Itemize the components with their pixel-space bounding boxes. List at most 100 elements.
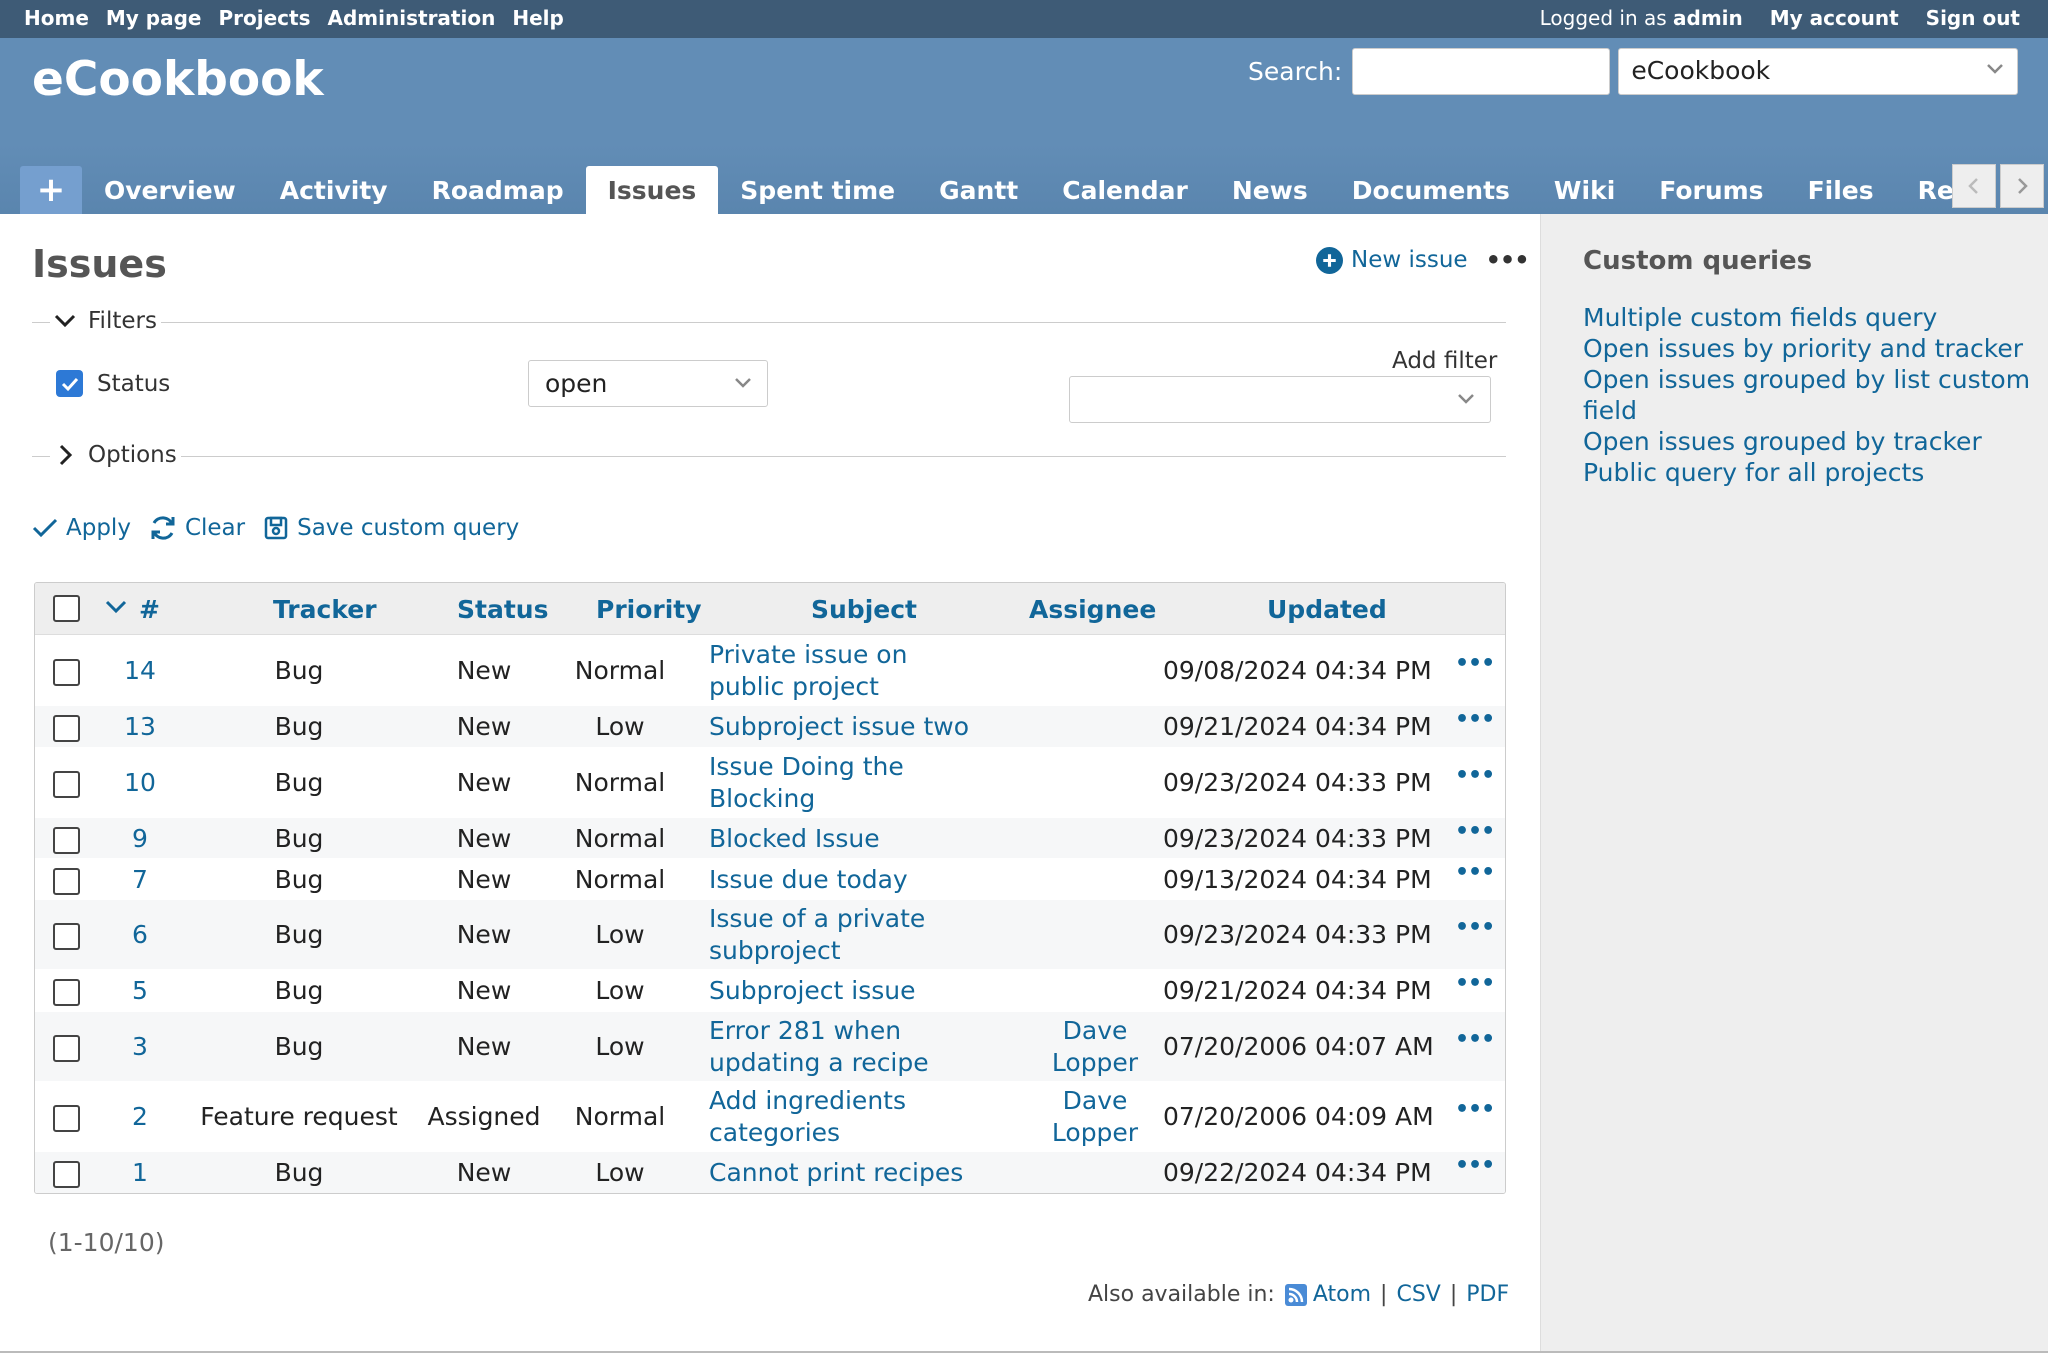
top-menu-home-link[interactable]: Home [24,6,89,30]
issue-subject-link[interactable]: categories [709,1117,840,1148]
tab-overview[interactable]: Overview [82,166,258,214]
issue-subject-link[interactable]: Cannot print recipes [709,1157,963,1188]
tab-calendar[interactable]: Calendar [1040,166,1210,214]
issue-assignee-link[interactable]: Lopper [1015,1117,1175,1148]
table-row[interactable]: 6 Bug New Low Issue of a private subproject 09… [35,899,1505,969]
tab-roadmap[interactable]: Roadmap [410,166,586,214]
issue-assignee-link[interactable]: Dave [1015,1015,1175,1046]
menu-scroll-right-button[interactable] [2000,164,2044,208]
top-menu-administration-link[interactable]: Administration [328,6,496,30]
row-actions-button[interactable]: ••• [1455,1153,1495,1178]
column-header-assignee[interactable]: Assignee [1029,595,1156,624]
column-header-status[interactable]: Status [457,595,548,624]
issue-priority: Normal [574,1102,666,1131]
top-menu-my-page-link[interactable]: My page [106,6,202,30]
table-row[interactable]: 14 Bug New Normal Private issue on public pro… [35,635,1505,705]
table-row[interactable]: 1 Bug New Low Cannot print recipes 09/22/2024… [35,1151,1505,1193]
row-actions-button[interactable]: ••• [1455,915,1495,940]
more-actions-button[interactable]: ••• [1486,246,1530,274]
tab-wiki[interactable]: Wiki [1532,166,1637,214]
row-actions-button[interactable]: ••• [1455,1027,1495,1052]
row-actions-button[interactable]: ••• [1455,819,1495,844]
search-input[interactable] [1352,48,1611,95]
issue-subject-link[interactable]: Blocked Issue [709,823,880,854]
csv-link[interactable]: CSV [1396,1282,1440,1307]
issue-subject-link[interactable]: public project [709,671,879,702]
apply-button[interactable]: Apply [32,515,131,541]
column-header-id[interactable]: # [139,595,160,624]
issue-subject-link[interactable]: Private issue on [709,639,907,670]
top-menu-left: Home My page Projects Administration Hel… [24,6,564,30]
issue-subject-link[interactable]: Add ingredients [709,1085,906,1116]
issue-subject-link[interactable]: Issue Doing the [709,751,904,782]
tab-gantt[interactable]: Gantt [917,166,1040,214]
issue-subject-link[interactable]: Issue of a private [709,903,925,934]
filters-legend[interactable]: Filters [50,308,161,334]
add-filter-select[interactable] [1069,376,1491,423]
table-row[interactable]: 2 Feature request Assigned Normal Add ingred… [35,1081,1505,1151]
project-jump-select[interactable]: eCookbook [1618,48,2019,95]
issue-assignee-link[interactable]: Lopper [1015,1047,1175,1078]
issue-subject-link[interactable]: Error 281 when [709,1015,901,1046]
project-title[interactable]: eCookbook [32,52,324,107]
table-row[interactable]: 3 Bug New Low Error 281 when updating a recip… [35,1011,1505,1081]
custom-query-link[interactable]: Open issues by priority and tracker [1583,333,2033,364]
new-issue-link[interactable]: New issue [1351,247,1468,273]
my-account-link[interactable]: My account [1770,6,1899,30]
issue-updated: 09/23/2024 04:33 PM [1163,768,1432,797]
toggle-all-checkbox[interactable] [53,595,80,622]
issue-subject-link[interactable]: Issue due today [709,864,908,895]
tab-issues[interactable]: Issues [585,166,719,214]
row-actions-button[interactable]: ••• [1455,1097,1495,1122]
row-actions-button[interactable]: ••• [1455,651,1495,676]
new-object-plus-button[interactable]: + [20,166,82,214]
issue-assignee-link[interactable]: Dave [1015,1085,1175,1116]
issues-table-body: 14 Bug New Normal Private issue on public pro… [35,635,1505,1193]
custom-query-link[interactable]: Open issues grouped by tracker [1583,426,2033,457]
row-actions-button[interactable]: ••• [1455,707,1495,732]
issue-subject-link[interactable]: Blocking [709,783,815,814]
issue-subject-link[interactable]: Subproject issue two [709,711,969,742]
atom-link[interactable]: Atom [1313,1282,1371,1307]
tab-repository[interactable]: Repository [1896,166,1952,214]
column-header-subject[interactable]: Subject [811,595,917,624]
column-header-priority[interactable]: Priority [596,595,702,624]
tab-forums[interactable]: Forums [1637,166,1785,214]
tab-files[interactable]: Files [1786,166,1896,214]
column-header-tracker[interactable]: Tracker [273,595,377,624]
issue-subject-link[interactable]: subproject [709,935,841,966]
issue-subject-link[interactable]: Subproject issue [709,975,916,1006]
sort-desc-icon[interactable] [105,599,127,615]
sign-out-link[interactable]: Sign out [1926,6,2020,30]
clear-button[interactable]: Clear [149,514,245,542]
menu-scroll-left-button[interactable] [1952,164,1996,208]
table-row[interactable]: 7 Bug New Normal Issue due today 09/13/2024 0… [35,858,1505,899]
row-actions-button[interactable]: ••• [1455,971,1495,996]
table-row[interactable]: 13 Bug New Low Subproject issue two 09/21/202… [35,705,1505,747]
top-menu-projects-link[interactable]: Projects [219,6,311,30]
custom-query-link[interactable]: Multiple custom fields query [1583,302,2033,333]
options-legend[interactable]: Options [50,442,181,468]
table-row[interactable]: 9 Bug New Normal Blocked Issue 09/23/2024 04:… [35,817,1505,858]
custom-query-link[interactable]: Public query for all projects [1583,457,2033,488]
tab-spent-time[interactable]: Spent time [718,166,917,214]
row-actions-button[interactable]: ••• [1455,763,1495,788]
filter-status-checkbox[interactable] [56,370,83,397]
save-query-button[interactable]: Save custom query [263,515,519,541]
table-row[interactable]: 10 Bug New Normal Issue Doing the Blocking 09/… [35,747,1505,817]
other-formats: Also available in: Atom | CSV | PDF [1088,1282,1509,1307]
tab-documents[interactable]: Documents [1330,166,1532,214]
tab-activity[interactable]: Activity [258,166,410,214]
top-menu-help-link[interactable]: Help [512,6,563,30]
issue-status: New [456,976,512,1005]
column-header-updated[interactable]: Updated [1267,595,1387,624]
logged-user-link[interactable]: admin [1673,6,1743,30]
issue-status: New [456,1158,512,1187]
filter-status-operator-select[interactable]: open [528,360,768,407]
pdf-link[interactable]: PDF [1466,1282,1509,1307]
issue-subject-link[interactable]: updating a recipe [709,1047,929,1078]
tab-news[interactable]: News [1210,166,1330,214]
row-actions-button[interactable]: ••• [1455,860,1495,885]
custom-query-link[interactable]: Open issues grouped by list custom field [1583,364,2033,426]
table-row[interactable]: 5 Bug New Low Subproject issue 09/21/2024 04:… [35,969,1505,1011]
